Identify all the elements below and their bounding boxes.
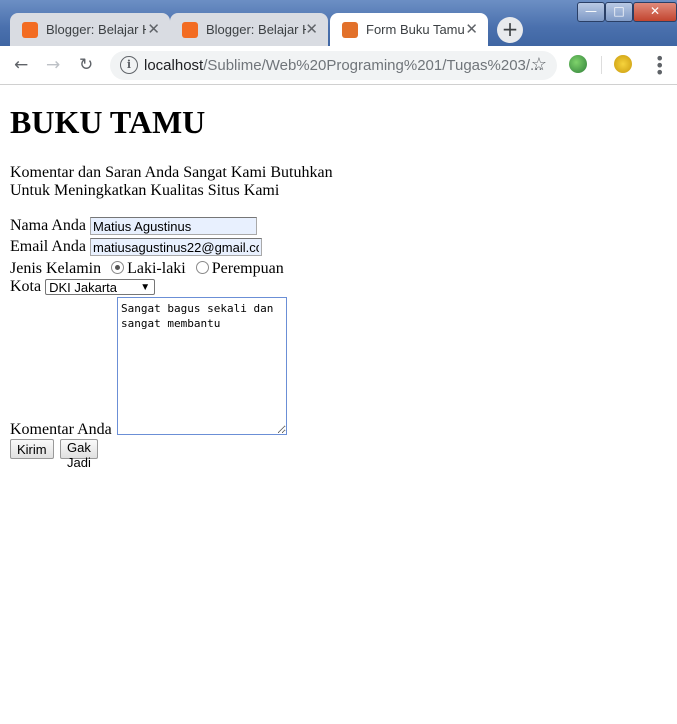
name-row: Nama Anda — [10, 217, 257, 235]
reload-icon[interactable]: ↻ — [79, 55, 93, 75]
tab-blogger-2[interactable]: Blogger: Belajar H ✕ — [170, 13, 328, 46]
gender-female-radio[interactable] — [195, 261, 209, 274]
blogger-icon — [182, 22, 198, 38]
tab-label: Blogger: Belajar H — [46, 22, 146, 37]
tab-blogger-1[interactable]: Blogger: Belajar H ✕ — [10, 13, 170, 46]
toolbar-divider — [601, 56, 602, 74]
address-bar[interactable]: i localhost/Sublime/Web%20Programing%201… — [110, 51, 557, 80]
xampp-icon — [342, 22, 358, 38]
submit-button[interactable]: Kirim — [10, 439, 54, 459]
dropdown-arrow-icon: ▼ — [140, 282, 151, 293]
city-label: Kota — [10, 278, 42, 295]
extension-globe-icon[interactable] — [569, 55, 587, 73]
extension-shield-icon[interactable] — [614, 55, 632, 73]
gender-male-radio[interactable] — [111, 261, 125, 274]
intro-text: Komentar dan Saran Anda Sangat Kami Butu… — [10, 164, 333, 199]
city-row: Kota DKI Jakarta ▼ — [10, 278, 156, 296]
tab-label: Form Buku Tamu — [366, 22, 465, 37]
email-input[interactable] — [89, 238, 262, 256]
gender-label: Jenis Kelamin — [10, 260, 102, 277]
bookmark-star-icon[interactable]: ☆ — [531, 54, 547, 75]
tab-form-buku-tamu[interactable]: Form Buku Tamu ✕ — [330, 13, 488, 46]
tab-label: Blogger: Belajar H — [206, 22, 306, 37]
maximize-button[interactable]: □ — [605, 2, 633, 22]
url-text[interactable]: localhost/Sublime/Web%20Programing%201/T… — [144, 57, 543, 74]
close-tab-icon[interactable]: ✕ — [305, 20, 318, 38]
gender-female-label: Perempuan — [211, 260, 284, 277]
close-tab-icon[interactable]: ✕ — [465, 20, 478, 38]
gender-row: Jenis Kelamin Laki-laki Perempuan — [10, 260, 284, 278]
gender-male-label: Laki-laki — [127, 260, 186, 277]
city-select[interactable]: DKI Jakarta ▼ — [45, 279, 156, 295]
blogger-icon — [22, 22, 38, 38]
minimize-button[interactable]: — — [577, 2, 605, 22]
info-icon[interactable]: i — [120, 56, 138, 74]
comment-textarea[interactable]: Sangat bagus sekali dan sangat membantu — [117, 297, 287, 435]
reset-button[interactable]: Gak Jadi — [60, 439, 98, 470]
email-row: Email Anda — [10, 238, 262, 256]
comment-label: Komentar Anda — [10, 421, 112, 438]
window-titlebar: — □ ✕ Blogger: Belajar H ✕ Blogger: Bela… — [0, 0, 677, 46]
close-window-button[interactable]: ✕ — [633, 2, 677, 22]
page-title: BUKU TAMU — [10, 104, 206, 140]
forward-icon[interactable]: → — [46, 55, 60, 75]
name-input[interactable] — [89, 217, 257, 235]
email-label: Email Anda — [10, 238, 86, 255]
back-icon[interactable]: ← — [14, 55, 28, 75]
menu-icon[interactable]: • • • — [655, 51, 664, 81]
new-tab-button[interactable]: + — [497, 17, 523, 43]
close-tab-icon[interactable]: ✕ — [147, 20, 160, 38]
name-label: Nama Anda — [10, 217, 86, 234]
browser-toolbar: ← → ↻ i localhost/Sublime/Web%20Programi… — [0, 46, 677, 85]
